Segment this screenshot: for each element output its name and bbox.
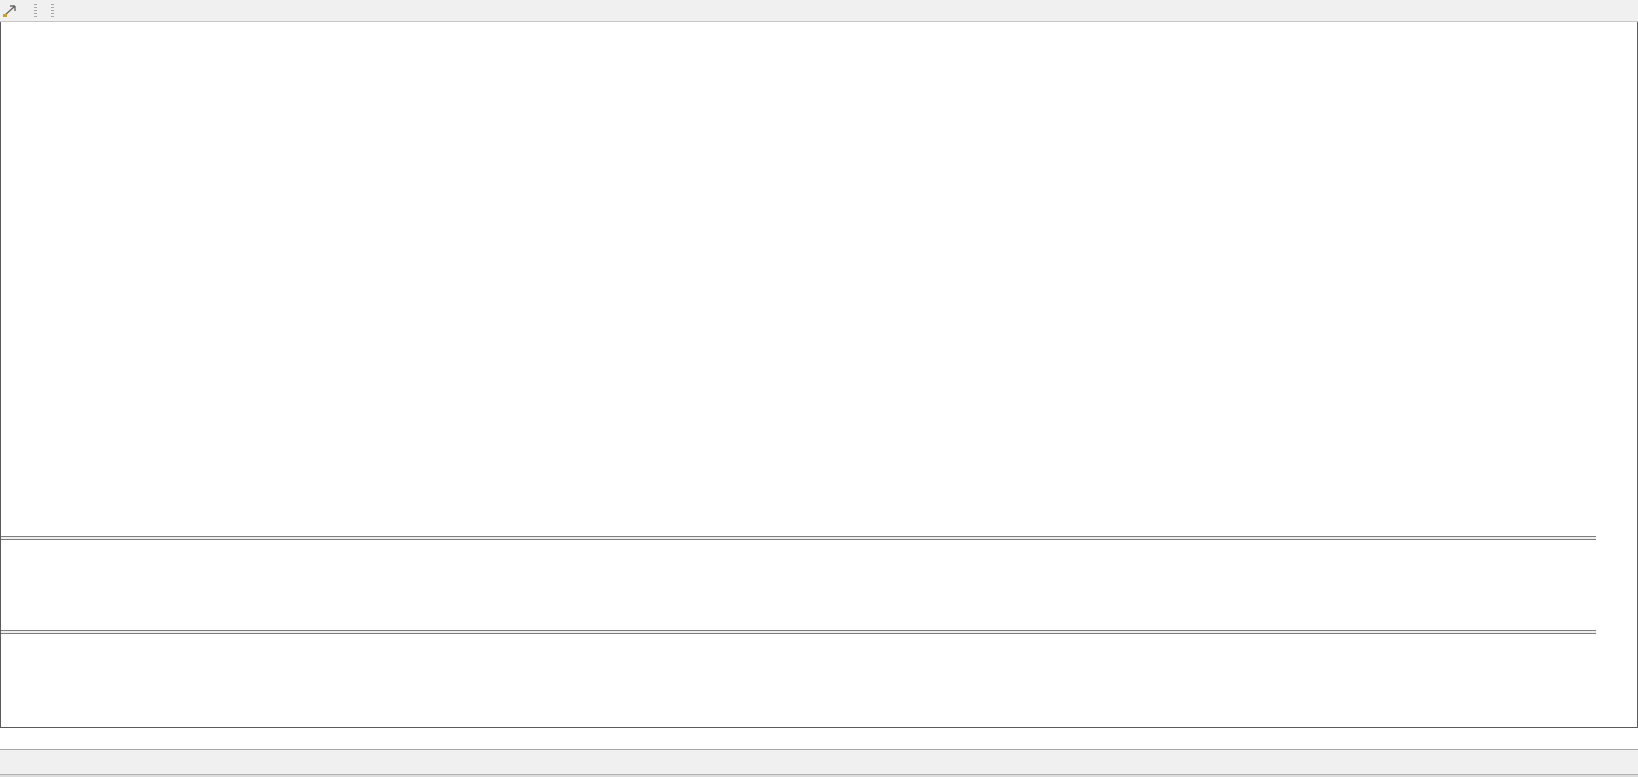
timeframe-toolbar <box>0 0 1638 22</box>
chart-canvas[interactable] <box>0 0 1638 777</box>
symbol-tab-bar <box>0 749 1638 774</box>
panel-separator[interactable] <box>1 630 1596 634</box>
tab-scroll-arrows <box>1622 750 1638 772</box>
toolbar-grip <box>34 4 37 18</box>
cursor-tool-icon[interactable] <box>1 3 19 19</box>
chart-title <box>9 27 53 41</box>
panel-separator[interactable] <box>1 536 1596 540</box>
toolbar-grip <box>51 4 54 18</box>
